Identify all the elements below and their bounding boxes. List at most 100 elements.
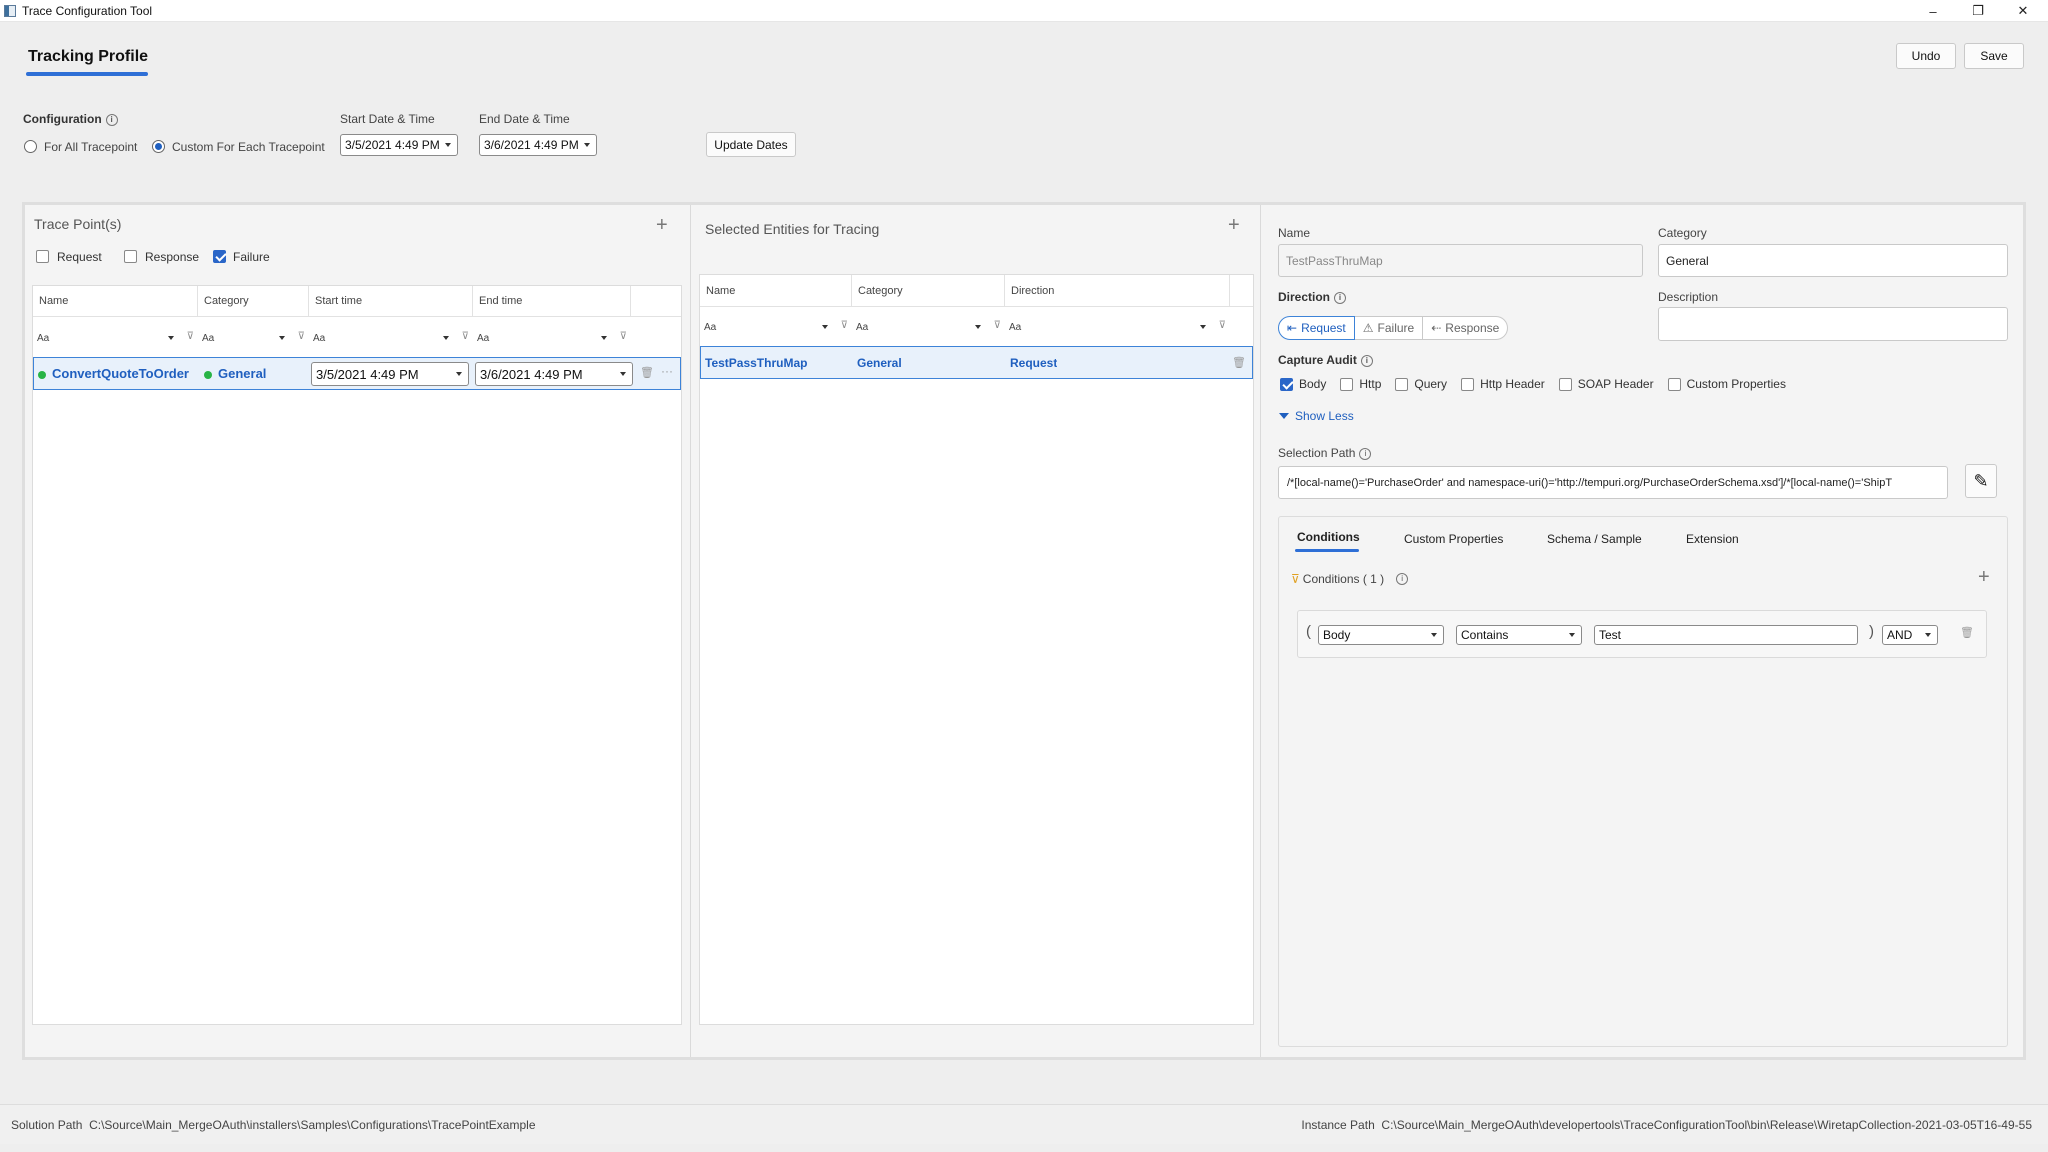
xpath-picker-button[interactable]: ✎ [1965, 464, 1997, 498]
direction-response[interactable]: ⇠ Response [1423, 316, 1509, 340]
tab-conditions[interactable]: Conditions [1297, 530, 1360, 544]
more-icon[interactable]: ··· [661, 364, 673, 378]
info-icon[interactable]: i [1360, 354, 1373, 367]
chevron-down-icon [1431, 633, 1437, 637]
row-end-time-picker[interactable]: 3/6/2021 4:49 PM [475, 362, 633, 386]
filter-response-checkbox[interactable] [124, 250, 137, 263]
radio-for-all[interactable] [24, 140, 37, 153]
window-title: Trace Configuration Tool [22, 4, 153, 18]
tracepoints-filter-row: Aa ⊽ Aa ⊽ Aa ⊽ Aa ⊽ [33, 322, 681, 354]
tab-extension[interactable]: Extension [1686, 532, 1739, 546]
condition-operator-select[interactable]: Contains [1456, 625, 1582, 645]
tracking-profile-tab[interactable]: Tracking Profile [28, 48, 148, 66]
radio-for-all-label[interactable]: For All Tracepoint [44, 140, 137, 154]
tab-custom-properties[interactable]: Custom Properties [1404, 532, 1503, 546]
info-icon[interactable]: i [1396, 573, 1409, 585]
clear-filter-icon[interactable]: ⊽ [994, 320, 1001, 331]
info-icon[interactable]: i [1359, 447, 1372, 460]
name-field[interactable]: TestPassThruMap [1278, 244, 1643, 277]
filter-placeholder: Aa [202, 332, 215, 344]
column-header-category[interactable]: Category [852, 275, 1005, 306]
close-paren[interactable]: ) [1869, 623, 1874, 640]
filter-category-input[interactable]: Aa ⊽ [198, 322, 309, 354]
delete-row-icon[interactable]: 🗑 [1232, 356, 1246, 369]
clear-filter-icon[interactable]: ⊽ [841, 320, 848, 331]
capture-query-label[interactable]: Query [1414, 377, 1447, 391]
condition-field-select[interactable]: Body [1318, 625, 1444, 645]
capture-query-checkbox[interactable] [1395, 377, 1409, 391]
entities-filter-row: Aa ⊽ Aa ⊽ Aa ⊽ [700, 311, 1253, 343]
info-icon[interactable]: i [105, 113, 118, 126]
column-header-end-time[interactable]: End time [473, 286, 631, 316]
direction-failure[interactable]: ⚠ Failure [1354, 316, 1424, 340]
filter-category-input[interactable]: Aa ⊽ [852, 311, 1005, 343]
table-row[interactable]: TestPassThruMap General Request 🗑 [700, 346, 1253, 379]
tracepoint-category: General [218, 366, 267, 381]
column-header-name[interactable]: Name [700, 275, 852, 306]
start-date-picker[interactable]: 3/5/2021 4:49 PM [340, 134, 458, 156]
undo-button[interactable]: Undo [1896, 43, 1956, 69]
column-header-name[interactable]: Name [33, 286, 198, 316]
entities-header-row: Name Category Direction [700, 275, 1253, 307]
filter-name-input[interactable]: Aa ⊽ [33, 322, 198, 354]
condition-value-input[interactable]: Test [1594, 625, 1858, 645]
filter-end-input[interactable]: Aa ⊽ [473, 322, 631, 354]
column-header-start-time[interactable]: Start time [309, 286, 473, 316]
capture-body-label[interactable]: Body [1299, 377, 1326, 391]
capture-http-checkbox[interactable] [1340, 377, 1354, 391]
filter-request-label[interactable]: Request [57, 250, 102, 264]
capture-http-header-checkbox[interactable] [1461, 377, 1475, 391]
filter-name-input[interactable]: Aa ⊽ [700, 311, 852, 343]
info-icon[interactable]: i [1334, 291, 1347, 304]
description-field[interactable] [1658, 307, 2008, 341]
capture-soap-header-label[interactable]: SOAP Header [1578, 377, 1654, 391]
chevron-down-icon [601, 336, 607, 340]
end-date-picker[interactable]: 3/6/2021 4:49 PM [479, 134, 597, 156]
filter-start-input[interactable]: Aa ⊽ [309, 322, 473, 354]
selection-path-field[interactable]: /*[local-name()='PurchaseOrder' and name… [1278, 466, 1948, 499]
filter-placeholder: Aa [1009, 321, 1022, 333]
direction-request[interactable]: ⇤ Request [1278, 316, 1355, 340]
filter-response-label[interactable]: Response [145, 250, 199, 264]
column-header-actions [631, 286, 681, 316]
capture-custom-properties-label[interactable]: Custom Properties [1687, 377, 1786, 391]
delete-row-icon[interactable]: 🗑 [640, 366, 654, 379]
column-header-direction[interactable]: Direction [1005, 275, 1230, 306]
show-less-toggle[interactable]: Show Less [1279, 409, 1354, 423]
category-field[interactable]: General [1658, 244, 2008, 277]
add-entity-icon[interactable]: + [1228, 214, 1240, 237]
save-button[interactable]: Save [1964, 43, 2024, 69]
chevron-down-icon [822, 325, 828, 329]
clear-filter-icon[interactable]: ⊽ [620, 331, 627, 342]
add-condition-icon[interactable]: + [1978, 566, 1990, 589]
capture-custom-properties-checkbox[interactable] [1667, 377, 1681, 391]
clear-filter-icon[interactable]: ⊽ [298, 331, 305, 342]
update-dates-button[interactable]: Update Dates [706, 132, 796, 157]
filter-failure-label[interactable]: Failure [233, 250, 270, 264]
row-start-time-picker[interactable]: 3/5/2021 4:49 PM [311, 362, 469, 386]
radio-custom-label[interactable]: Custom For Each Tracepoint [172, 140, 325, 154]
capture-soap-header-checkbox[interactable] [1558, 377, 1572, 391]
tab-schema-sample[interactable]: Schema / Sample [1547, 532, 1642, 546]
capture-http-header-label[interactable]: Http Header [1480, 377, 1545, 391]
filter-request-checkbox[interactable] [36, 250, 49, 263]
filter-direction-input[interactable]: Aa ⊽ [1005, 311, 1230, 343]
filter-failure-checkbox[interactable] [213, 250, 226, 263]
radio-custom[interactable] [152, 140, 165, 153]
minimize-button[interactable]: – [1910, 0, 1956, 22]
clear-filter-icon[interactable]: ⊽ [462, 331, 469, 342]
clear-filter-icon[interactable]: ⊽ [1219, 320, 1226, 331]
clear-filter-icon[interactable]: ⊽ [187, 331, 194, 342]
capture-http-label[interactable]: Http [1359, 377, 1381, 391]
direction-request-label: Request [1301, 321, 1346, 335]
open-paren[interactable]: ( [1306, 623, 1311, 640]
column-header-category[interactable]: Category [198, 286, 309, 316]
restore-button[interactable]: ❐ [1955, 0, 2001, 22]
table-row[interactable]: ConvertQuoteToOrder General 3/5/2021 4:4… [33, 357, 681, 390]
condition-logic-select[interactable]: AND [1882, 625, 1938, 645]
row-start-time: 3/5/2021 4:49 PM [316, 366, 419, 382]
close-button[interactable]: ✕ [2000, 0, 2046, 22]
add-tracepoint-icon[interactable]: + [656, 214, 668, 237]
delete-condition-icon[interactable]: 🗑 [1960, 626, 1974, 639]
capture-body-checkbox[interactable] [1280, 377, 1293, 391]
